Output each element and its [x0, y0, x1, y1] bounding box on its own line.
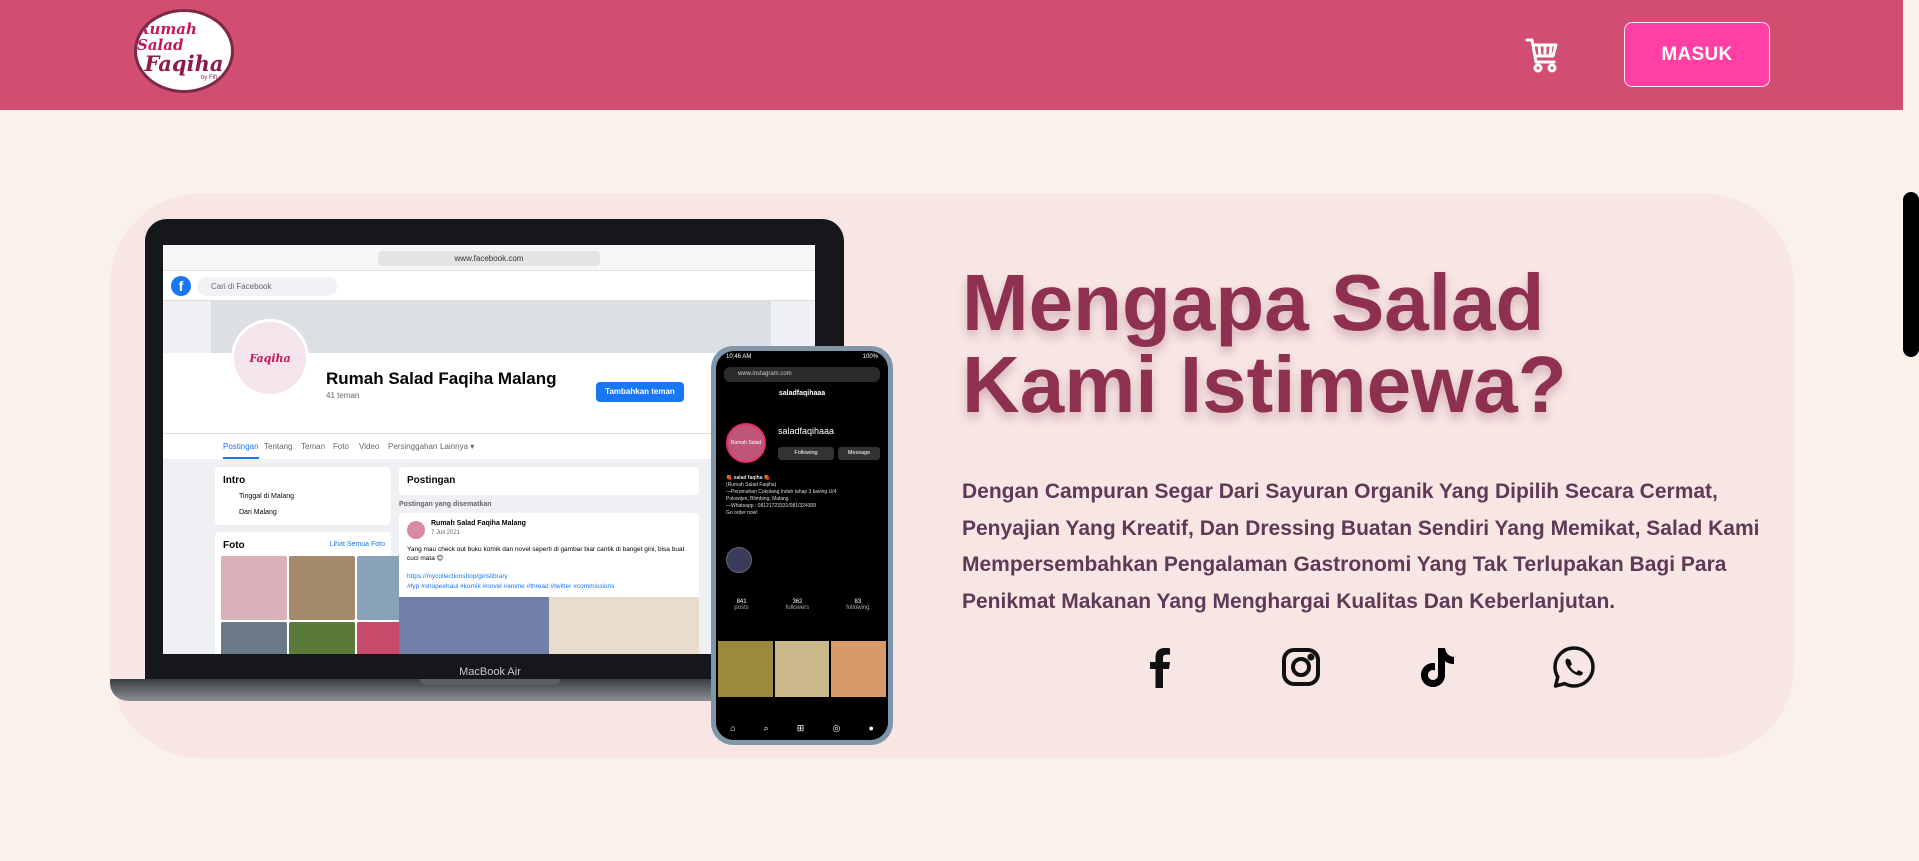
- instagram-bottom-nav: ⌂ ⌕ ⊞ ◎ ●: [716, 716, 888, 740]
- facebook-logo-icon: f: [171, 276, 191, 296]
- facebook-tab: Video: [359, 442, 380, 451]
- instagram-following-button: Following: [778, 447, 834, 460]
- navbar: Rumah Salad Faqiha by Fifi MASUK: [0, 0, 1903, 110]
- reels-icon: ◎: [832, 722, 841, 733]
- bio-line: Go order now!: [726, 510, 758, 516]
- facebook-avatar-text: Faqiha: [249, 351, 291, 365]
- browser-url: www.facebook.com: [378, 251, 600, 266]
- facebook-post: Rumah Salad Faqiha Malang 7 Juli 2021 · …: [399, 513, 699, 654]
- facebook-friends-count: 41 teman: [326, 391, 360, 400]
- facebook-photos-card: Foto Lihat Semua Foto: [215, 532, 423, 654]
- post-avatar: [407, 521, 425, 539]
- facebook-tab: Foto: [333, 442, 350, 451]
- logo-text-sub: by Fifi: [200, 74, 217, 81]
- post-date: 7 Juli 2021 ·: [431, 530, 464, 536]
- bio-line: —Perumahan Cokolang Indah tahap 3 kaving…: [726, 489, 837, 495]
- bio-line: —Whatsapp : 08121723331/081/324309: [726, 503, 817, 509]
- facebook-posts-header: Postingan: [399, 467, 699, 495]
- instagram-bio: 🍓 salad faqiha 🍓 (Rumah Salad Faqiha) —P…: [726, 475, 886, 517]
- instagram-grid: [718, 641, 886, 697]
- photo-thumb: [289, 556, 355, 620]
- add-icon: ⊞: [796, 722, 805, 733]
- instagram-avatar-text: Rumah Salad: [730, 440, 762, 446]
- logo-text-top: Rumah Salad: [137, 19, 197, 54]
- phone-profile-title: saladfaqihaaa: [778, 390, 826, 397]
- bio-line: Polowijen, Blimbing, Malang: [726, 496, 789, 502]
- instagram-highlight: [726, 547, 752, 573]
- post-link: https://mycollectionshop/girlslibrary: [407, 573, 508, 580]
- instagram-avatar: Rumah Salad: [726, 423, 766, 463]
- browser-toolbar: www.facebook.com: [163, 245, 815, 271]
- intro-line: Tinggal di Malang: [239, 493, 294, 500]
- tiktok-icon[interactable]: [1416, 645, 1458, 689]
- photos-title: Foto: [223, 540, 245, 551]
- stat: 362 followers: [786, 599, 810, 611]
- facebook-intro-card: Intro Tinggal di Malang Dari Malang: [215, 467, 391, 525]
- instagram-username: saladfaqihaaa: [778, 426, 835, 436]
- facebook-topbar: f Cari di Facebook: [163, 271, 815, 301]
- instagram-message-button: Message: [838, 447, 880, 460]
- intro-line: Dari Malang: [239, 509, 277, 516]
- pinned-label: Postingan yang disematkan: [399, 501, 492, 508]
- hero-title: Mengapa Salad Kami Istimewa?: [962, 258, 1567, 429]
- stat-label: followers: [785, 605, 810, 611]
- photo-thumb: [289, 622, 355, 654]
- facebook-page-name: Rumah Salad Faqiha Malang: [326, 369, 557, 388]
- cart-icon[interactable]: [1525, 36, 1559, 74]
- facebook-tab: Lainnya ▾: [440, 442, 475, 451]
- photo-thumb: [221, 556, 287, 620]
- login-button[interactable]: MASUK: [1624, 22, 1770, 87]
- instagram-icon[interactable]: [1279, 645, 1323, 689]
- scrollbar-thumb[interactable]: [1903, 192, 1919, 357]
- bio-line: 🍓 salad faqiha 🍓: [726, 475, 771, 481]
- logo-text-main: Faqiha: [144, 50, 224, 76]
- post-tags: #fyp #shopeehaul #komik #novel #anime #t…: [407, 583, 615, 590]
- phone-battery: 100%: [862, 354, 878, 360]
- grid-photo: [831, 641, 886, 697]
- post-text: Yang mau check out buku komik dan novel …: [407, 546, 685, 562]
- laptop-notch: [420, 679, 560, 685]
- facebook-icon[interactable]: [1145, 645, 1175, 689]
- post-author: Rumah Salad Faqiha Malang: [431, 520, 526, 527]
- facebook-avatar: Faqiha: [231, 319, 309, 397]
- stat-label: following: [846, 605, 870, 611]
- stat: 841 posts: [734, 599, 748, 611]
- stat: 83 following: [846, 599, 869, 611]
- facebook-search: Cari di Facebook: [197, 277, 337, 296]
- grid-photo: [774, 641, 830, 697]
- profile-icon: ●: [868, 723, 874, 733]
- facebook-add-friend: Tambahkan teman: [596, 382, 684, 402]
- post-image: [549, 597, 699, 654]
- hero-description: Dengan Campuran Segar Dari Sayuran Organ…: [962, 480, 1760, 613]
- stat-label: posts: [734, 605, 749, 611]
- posts-title: Postingan: [407, 475, 456, 486]
- facebook-tab: Persinggahan: [388, 442, 438, 451]
- phone-statusbar: 10:46 AM 100%: [716, 351, 888, 365]
- grid-photo: [718, 641, 773, 697]
- instagram-stats: 841 posts 362 followers 83 following: [716, 599, 888, 611]
- bio-line: (Rumah Salad Faqiha): [726, 482, 777, 488]
- facebook-tab: Tentang: [264, 442, 293, 451]
- phone-screen: 10:46 AM 100% www.instagram.com saladfaq…: [716, 351, 888, 740]
- brand-logo[interactable]: Rumah Salad Faqiha by Fifi: [134, 9, 234, 93]
- search-icon: ⌕: [763, 722, 769, 733]
- intro-title: Intro: [223, 475, 246, 486]
- post-image: [399, 597, 549, 654]
- phone-url: www.instagram.com: [724, 367, 880, 382]
- whatsapp-icon[interactable]: [1552, 645, 1596, 689]
- photo-thumb: [221, 622, 287, 654]
- phone-mockup: 10:46 AM 100% www.instagram.com saladfaq…: [711, 346, 893, 745]
- facebook-tab: Postingan: [223, 442, 259, 459]
- phone-time: 10:46 AM: [726, 354, 752, 360]
- facebook-tab: Teman: [301, 442, 326, 451]
- photos-link: Lihat Semua Foto: [329, 541, 385, 548]
- home-icon: ⌂: [730, 723, 736, 733]
